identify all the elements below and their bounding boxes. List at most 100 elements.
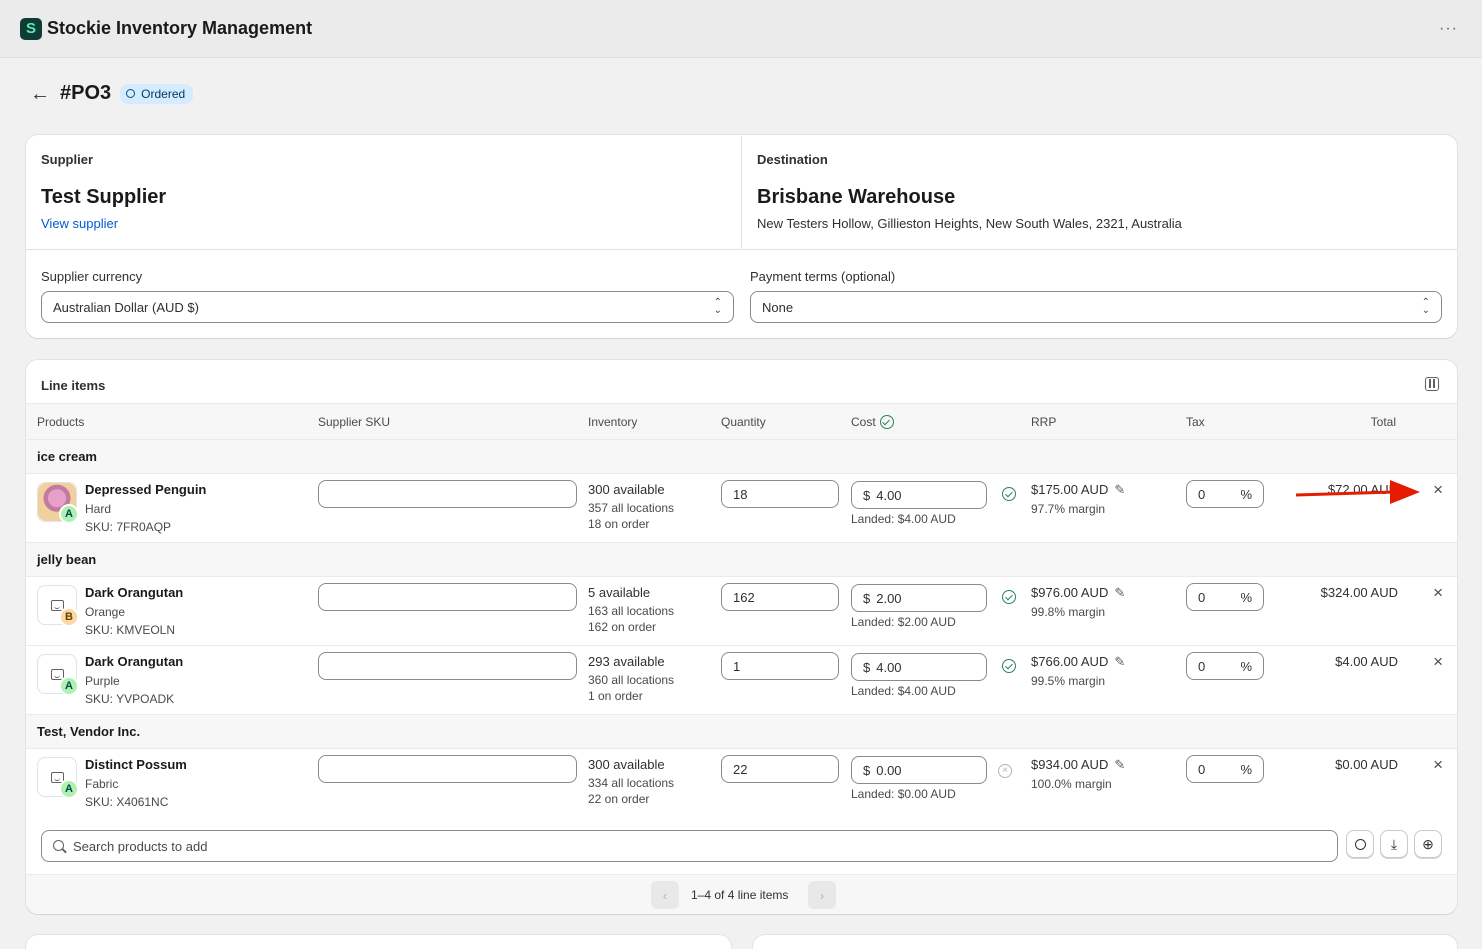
tax-value: 0: [1198, 589, 1206, 605]
more-actions-icon[interactable]: ···: [1439, 20, 1458, 38]
table-header: Products Supplier SKU Inventory Quantity…: [26, 403, 1457, 440]
cost-status: [998, 589, 1016, 604]
edit-pencil-icon[interactable]: ✎: [1114, 654, 1125, 670]
plus-circle-icon: ⊕: [1422, 835, 1434, 852]
supplier-currency-value: Australian Dollar (AUD $): [53, 299, 199, 315]
back-arrow-icon[interactable]: ←: [30, 84, 50, 104]
edit-pencil-icon[interactable]: ✎: [1114, 482, 1125, 498]
supplier-currency-select[interactable]: Australian Dollar (AUD $) ⌃ ⌄: [41, 291, 734, 323]
check-circle-icon: [1002, 590, 1016, 604]
annotation-arrow-icon: [1295, 480, 1420, 504]
currency-prefix: $: [863, 487, 871, 503]
destination-label: Destination: [757, 152, 828, 167]
landed-cost: Landed: $2.00 AUD: [851, 615, 956, 629]
search-row: Search products to add ⤓ ⊕: [26, 817, 1457, 875]
download-button[interactable]: ⤓: [1380, 830, 1408, 858]
inventory-all-locations: 163 all locations: [588, 604, 675, 618]
supplier-name: Test Supplier: [41, 186, 167, 208]
group-header: ice cream: [26, 440, 1457, 474]
view-supplier-link[interactable]: View supplier: [41, 216, 118, 231]
line-total: $324.00 AUD: [1320, 585, 1398, 600]
remove-line-icon[interactable]: ×: [1433, 481, 1443, 498]
rrp-margin: 99.8% margin: [1031, 605, 1106, 619]
line-items-card: Line items Products Supplier SKU Invento…: [26, 360, 1457, 914]
cost-value: 2.00: [876, 590, 902, 606]
rrp-margin: 99.5% margin: [1031, 674, 1106, 688]
currency-prefix: $: [863, 762, 871, 778]
edit-pencil-icon[interactable]: ✎: [1114, 757, 1125, 773]
search-button[interactable]: [1346, 830, 1374, 858]
group-header: jelly bean: [26, 543, 1457, 577]
cost-input[interactable]: $2.00: [851, 584, 987, 612]
status-badge: Ordered: [120, 83, 194, 104]
cost-input[interactable]: $0.00: [851, 756, 987, 784]
remove-line-icon[interactable]: ×: [1433, 653, 1443, 670]
column-header-rrp: RRP: [1031, 415, 1057, 429]
chevron-right-icon: ›: [819, 887, 825, 903]
line-items-title: Line items: [41, 378, 106, 393]
tax-input[interactable]: 0%: [1186, 652, 1264, 680]
quantity-input[interactable]: 22: [721, 755, 839, 783]
top-bar: S Stockie Inventory Management ···: [0, 0, 1482, 58]
column-header-products: Products: [37, 415, 85, 429]
supplier-sku-input[interactable]: [318, 652, 577, 680]
supplier-sku-input[interactable]: [318, 480, 577, 508]
divider: [741, 135, 742, 249]
group-header: Test, Vendor Inc.: [26, 715, 1457, 749]
search-placeholder: Search products to add: [73, 838, 208, 854]
rrp-amount: $766.00 AUD: [1031, 654, 1109, 669]
edit-pencil-icon[interactable]: ✎: [1114, 585, 1125, 601]
inventory-available: 5 available: [588, 585, 651, 600]
check-circle-icon: [1002, 659, 1016, 673]
rrp-margin: 100.0% margin: [1031, 777, 1112, 791]
remove-line-icon[interactable]: ×: [1433, 584, 1443, 601]
columns-icon[interactable]: [1425, 377, 1439, 391]
column-header-inventory: Inventory: [588, 415, 638, 429]
line-total: $4.00 AUD: [1335, 654, 1398, 669]
payment-terms-select[interactable]: None ⌃ ⌄: [750, 291, 1442, 323]
status-dot-icon: [126, 89, 136, 98]
column-header-total: Total: [1370, 415, 1396, 429]
product-variant: Purple: [85, 674, 120, 688]
inventory-on-order: 162 on order: [588, 620, 657, 634]
quantity-input[interactable]: 18: [721, 480, 839, 508]
currency-prefix: $: [863, 590, 871, 606]
supplier-sku-input[interactable]: [318, 583, 577, 611]
remove-line-icon[interactable]: ×: [1433, 756, 1443, 773]
quantity-input[interactable]: 1: [721, 652, 839, 680]
product-sku: SKU: YVPOADK: [85, 692, 175, 706]
inventory-available: 300 available: [588, 482, 665, 497]
app-logo-icon: S: [20, 17, 42, 40]
search-products-input[interactable]: Search products to add: [41, 830, 1338, 862]
grade-badge: A: [59, 779, 79, 799]
search-icon: [1354, 838, 1366, 850]
cost-input[interactable]: $4.00: [851, 653, 987, 681]
rrp-amount: $934.00 AUD: [1031, 757, 1109, 772]
bottom-card-left: [26, 935, 731, 949]
add-product-button[interactable]: ⊕: [1414, 830, 1442, 858]
supplier-sku-input[interactable]: [318, 755, 577, 783]
column-header-tax: Tax: [1186, 415, 1205, 429]
tax-input[interactable]: 0%: [1186, 480, 1264, 508]
tax-unit: %: [1240, 658, 1252, 674]
check-circle-icon: [1002, 487, 1016, 501]
tax-value: 0: [1198, 486, 1206, 502]
cost-input[interactable]: $4.00: [851, 481, 987, 509]
quantity-input[interactable]: 162: [721, 583, 839, 611]
payment-terms-label: Payment terms (optional): [750, 269, 896, 284]
line-total: $0.00 AUD: [1335, 757, 1398, 772]
tax-input[interactable]: 0%: [1186, 583, 1264, 611]
grade-badge: A: [59, 676, 79, 696]
table-row: A Dark Orangutan Purple SKU: YVPOADK 293…: [26, 646, 1457, 715]
product-sku: SKU: KMVEOLN: [85, 623, 176, 637]
column-header-supplier-sku: Supplier SKU: [318, 415, 391, 429]
previous-page-button[interactable]: ‹: [651, 881, 679, 909]
product-variant: Fabric: [85, 777, 119, 791]
next-page-button[interactable]: ›: [808, 881, 836, 909]
chevron-left-icon: ‹: [662, 887, 668, 903]
rrp-amount: $976.00 AUD: [1031, 585, 1109, 600]
tax-input[interactable]: 0%: [1186, 755, 1264, 783]
product-name: Dark Orangutan: [85, 585, 184, 600]
cost-status: ×: [998, 761, 1012, 778]
column-header-cost-label: Cost: [851, 415, 876, 429]
